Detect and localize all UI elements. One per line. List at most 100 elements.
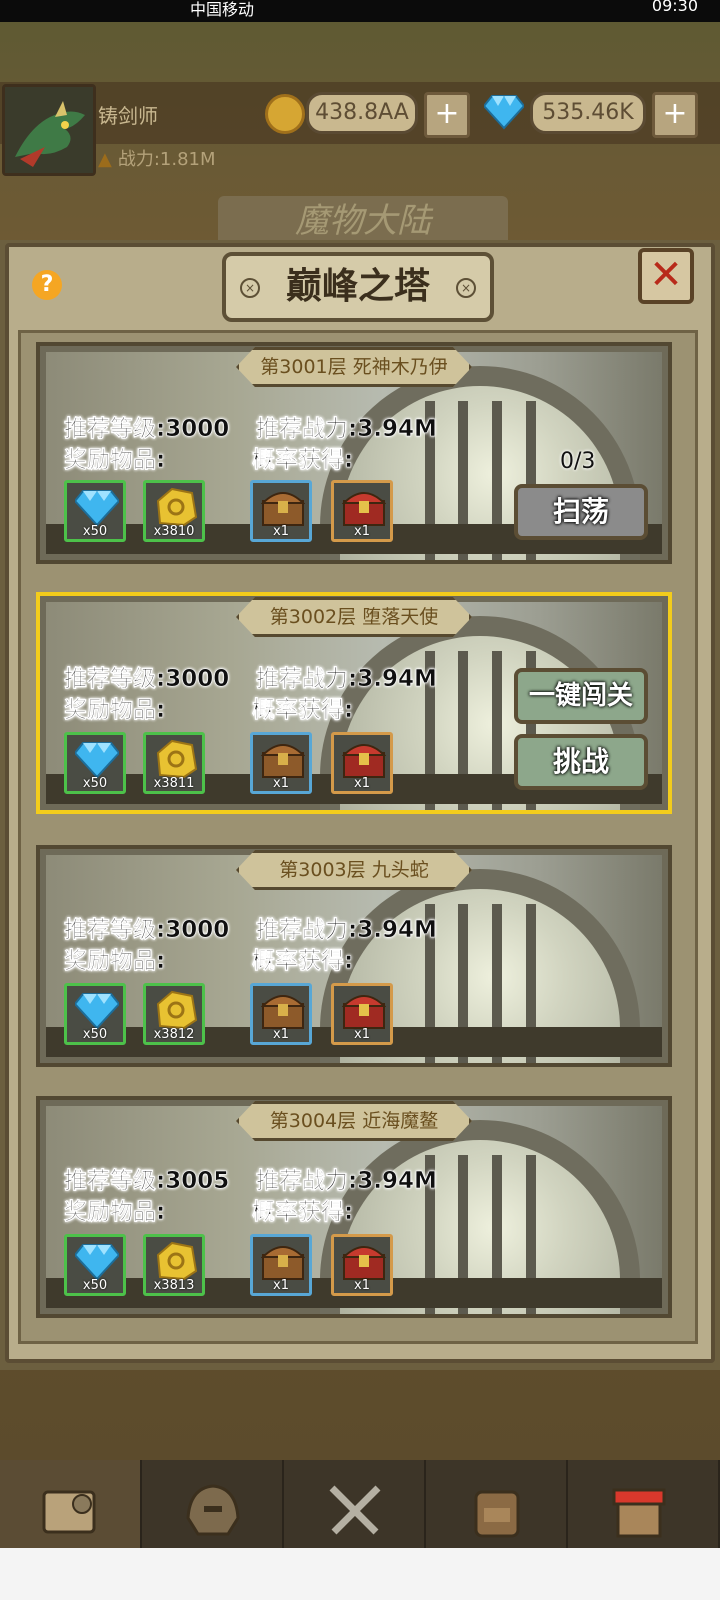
floor-title: 第3004层 近海魔鳌 <box>236 1101 472 1141</box>
gem-balance: 535.46K <box>530 92 646 134</box>
player-avatar[interactable] <box>2 84 96 176</box>
coin-balance: 438.8AA <box>306 92 418 134</box>
player-name: 铸剑师 <box>98 104 158 128</box>
reward-chest-bronze[interactable]: x1 <box>250 480 312 542</box>
item-qty: x3812 <box>153 1027 195 1042</box>
chance-label: 概率获得: <box>252 447 354 474</box>
crossed-swords-icon <box>329 1485 381 1535</box>
reward-gems[interactable]: x50 <box>64 480 126 542</box>
rewards-label: 奖励物品: <box>64 447 166 474</box>
carrier-text: 中国移动 <box>190 0 255 19</box>
shop-icon <box>612 1488 666 1538</box>
gold-ore-icon <box>156 487 198 527</box>
item-qty: x3810 <box>153 524 195 539</box>
gold-ore-icon <box>156 739 198 779</box>
title-left-ornament: × <box>240 278 260 298</box>
add-gems-button[interactable]: + <box>652 92 698 138</box>
reward-gems[interactable]: x50 <box>64 983 126 1045</box>
reward-gems[interactable]: x50 <box>64 1234 126 1296</box>
item-qty: x1 <box>273 1278 289 1293</box>
chance-label: 概率获得: <box>252 697 354 724</box>
power-icon: ▲ <box>98 149 112 170</box>
clock: 09:30 <box>651 0 698 15</box>
reward-chest-red[interactable]: x1 <box>331 1234 393 1296</box>
player-power: ▲ 战力:1.81M <box>98 145 216 171</box>
one-key-clear-button[interactable]: 一键闯关 <box>514 668 648 724</box>
title-right-ornament: × <box>456 278 476 298</box>
floor-title: 第3003层 九头蛇 <box>236 850 472 890</box>
close-button[interactable]: ✕ <box>638 248 694 304</box>
recommended-level: 推荐等级:3000 <box>64 416 230 443</box>
gem-icon <box>75 1244 119 1281</box>
helmet-icon <box>186 1484 240 1536</box>
reward-ore[interactable]: x3812 <box>143 983 205 1045</box>
item-qty: x3813 <box>153 1278 195 1293</box>
reward-chest-red[interactable]: x1 <box>331 480 393 542</box>
gem-icon <box>75 993 119 1030</box>
chance-label: 概率获得: <box>252 1199 354 1226</box>
chest-icon <box>261 1246 305 1280</box>
item-qty: x3811 <box>153 776 195 791</box>
chest-icon <box>342 492 386 526</box>
item-qty: x50 <box>82 1027 108 1042</box>
item-qty: x1 <box>354 776 370 791</box>
modal-title: 巅峰之塔 <box>285 266 430 307</box>
dragon-avatar-icon <box>5 87 93 173</box>
help-button[interactable]: ? <box>32 270 62 300</box>
map-icon <box>42 1490 96 1534</box>
recommended-level: 推荐等级:3005 <box>64 1168 230 1195</box>
item-qty: x50 <box>82 1278 108 1293</box>
item-qty: x50 <box>82 776 108 791</box>
reward-chest-bronze[interactable]: x1 <box>250 732 312 794</box>
rewards-label: 奖励物品: <box>64 1199 166 1226</box>
recommended-power: 推荐战力:3.94M <box>256 1168 437 1195</box>
item-qty: x1 <box>354 524 370 539</box>
chance-label: 概率获得: <box>252 948 354 975</box>
coin-icon <box>265 94 305 134</box>
gem-icon <box>75 490 119 527</box>
sweep-counter: 0/3 <box>560 449 596 474</box>
chest-icon <box>261 492 305 526</box>
add-coins-button[interactable]: + <box>424 92 470 138</box>
reward-chest-red[interactable]: x1 <box>331 732 393 794</box>
recommended-level: 推荐等级:3000 <box>64 917 230 944</box>
recommended-power: 推荐战力:3.94M <box>256 416 437 443</box>
rewards-label: 奖励物品: <box>64 697 166 724</box>
region-title: 魔物大陆 <box>218 196 508 246</box>
gold-ore-icon <box>156 1241 198 1281</box>
recommended-power: 推荐战力:3.94M <box>256 666 437 693</box>
rewards-label: 奖励物品: <box>64 948 166 975</box>
floor-title: 第3002层 堕落天使 <box>236 597 472 637</box>
reward-ore[interactable]: x3810 <box>143 480 205 542</box>
chest-icon <box>261 995 305 1029</box>
item-qty: x50 <box>82 524 108 539</box>
reward-ore[interactable]: x3813 <box>143 1234 205 1296</box>
app-screen: 中国移动 09:30 铸剑师 ▲ 战力:1.81M 438.8AA + 535.4… <box>0 0 720 1600</box>
item-qty: x1 <box>273 524 289 539</box>
power-value: 战力:1.81M <box>117 149 216 170</box>
chest-icon <box>342 744 386 778</box>
chest-icon <box>342 995 386 1029</box>
status-bar: 中国移动 09:30 <box>0 0 720 22</box>
item-qty: x1 <box>273 1027 289 1042</box>
reward-chest-bronze[interactable]: x1 <box>250 1234 312 1296</box>
item-qty: x1 <box>354 1027 370 1042</box>
recommended-power: 推荐战力:3.94M <box>256 917 437 944</box>
reward-gems[interactable]: x50 <box>64 732 126 794</box>
system-nav-bar <box>0 1548 720 1600</box>
sweep-button[interactable]: 扫荡 <box>514 484 648 540</box>
floor-title: 第3001层 死神木乃伊 <box>236 347 472 387</box>
reward-chest-bronze[interactable]: x1 <box>250 983 312 1045</box>
gold-ore-icon <box>156 990 198 1030</box>
backpack-icon <box>474 1490 520 1538</box>
reward-ore[interactable]: x3811 <box>143 732 205 794</box>
modal-title-plate: × 巅峰之塔 × <box>222 252 494 322</box>
chest-icon <box>342 1246 386 1280</box>
item-qty: x1 <box>354 1278 370 1293</box>
chest-icon <box>261 744 305 778</box>
challenge-button[interactable]: 挑战 <box>514 734 648 790</box>
recommended-level: 推荐等级:3000 <box>64 666 230 693</box>
item-qty: x1 <box>273 776 289 791</box>
gem-icon <box>484 95 524 130</box>
reward-chest-red[interactable]: x1 <box>331 983 393 1045</box>
